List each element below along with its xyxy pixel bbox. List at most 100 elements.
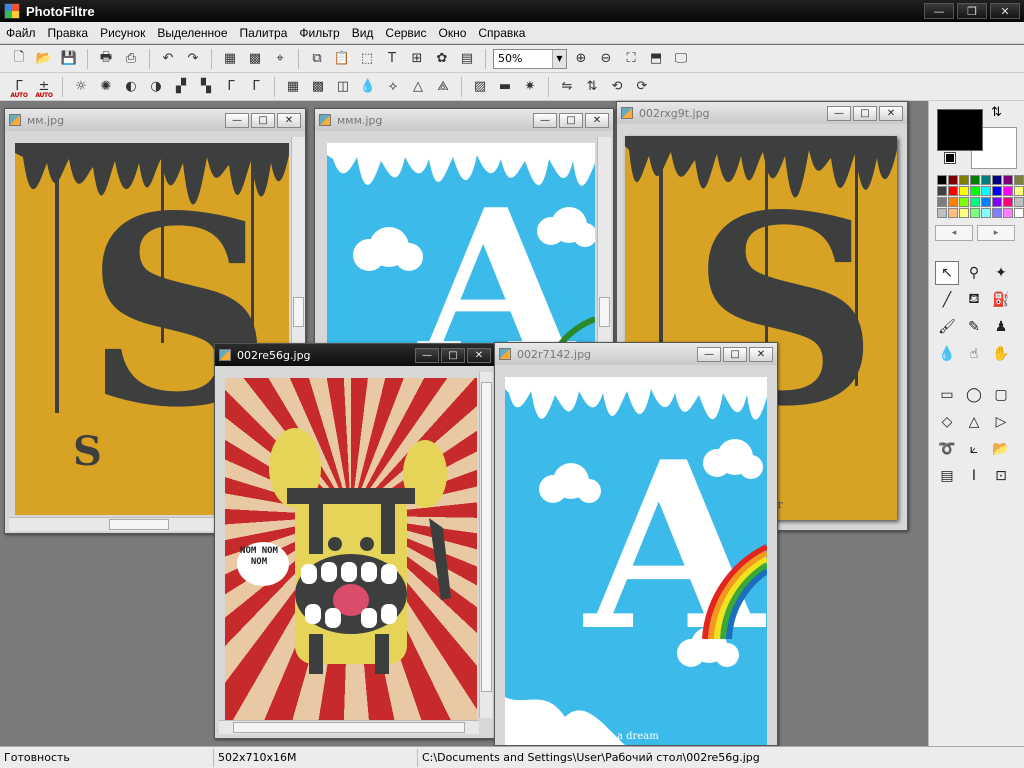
magic-icon[interactable]: ✷: [519, 76, 541, 98]
triangle-shape-icon[interactable]: △: [962, 410, 986, 434]
vertical-scrollbar[interactable]: [597, 137, 611, 347]
document-titlebar[interactable]: мм.jpg — □ ✕: [5, 109, 305, 131]
diamond-shape-icon[interactable]: ◇: [935, 410, 959, 434]
gamma-up-icon[interactable]: Γ: [245, 76, 267, 98]
auto-contrast-icon[interactable]: ± AUTO: [33, 76, 55, 99]
maximize-button[interactable]: □: [853, 105, 877, 121]
chevron-down-icon[interactable]: ▼: [552, 49, 566, 68]
saturation-down-icon[interactable]: ▞: [170, 76, 192, 98]
aspect-ratio-icon[interactable]: ⊡: [989, 464, 1013, 488]
palette-swatch[interactable]: [992, 208, 1002, 218]
palette-swatch[interactable]: [948, 208, 958, 218]
text-selection-icon[interactable]: Ⅰ: [962, 464, 986, 488]
gradient-icon[interactable]: ▨: [469, 76, 491, 98]
vertical-scrollbar[interactable]: [479, 372, 493, 718]
palette-swatch[interactable]: [970, 208, 980, 218]
palette-swatch[interactable]: [981, 197, 991, 207]
maximize-button[interactable]: □: [441, 347, 465, 363]
fullscreen-icon[interactable]: 🖵: [670, 48, 692, 70]
palette-next-button[interactable]: ▸: [977, 225, 1015, 241]
image-canvas[interactable]: A: [327, 143, 595, 349]
palette-swatch[interactable]: [970, 175, 980, 185]
zoom-out-icon[interactable]: ⊖: [595, 48, 617, 70]
palette-prev-button[interactable]: ◂: [935, 225, 973, 241]
brightness-down-icon[interactable]: ☼: [70, 76, 92, 98]
minimize-button[interactable]: —: [533, 112, 557, 128]
palette-swatch[interactable]: [937, 175, 947, 185]
ellipse-shape-icon[interactable]: ◯: [962, 383, 986, 407]
brush-tool-icon[interactable]: 🖌: [935, 315, 959, 339]
rounded-rect-shape-icon[interactable]: ▢: [989, 383, 1013, 407]
menu-tools[interactable]: Сервис: [379, 26, 432, 40]
contrast-up-icon[interactable]: ◑: [145, 76, 167, 98]
palette-swatch[interactable]: [937, 197, 947, 207]
save-icon[interactable]: 💾: [58, 48, 80, 70]
maximize-button[interactable]: □: [723, 346, 747, 362]
contrast-down-icon[interactable]: ◐: [120, 76, 142, 98]
palette-swatch[interactable]: [948, 197, 958, 207]
blur-icon[interactable]: ◫: [332, 76, 354, 98]
horizontal-scrollbar[interactable]: [219, 720, 479, 734]
document-titlebar[interactable]: ммм.jpg — □ ✕: [315, 109, 613, 131]
grid-filter-icon[interactable]: ▦: [282, 76, 304, 98]
palette-swatch[interactable]: [1014, 197, 1024, 207]
menu-view[interactable]: Вид: [346, 26, 380, 40]
minimize-button[interactable]: —: [827, 105, 851, 121]
transparency-icon[interactable]: ⌖: [269, 48, 291, 70]
selection-icon[interactable]: ⬚: [356, 48, 378, 70]
rectangle-shape-icon[interactable]: ▭: [935, 383, 959, 407]
palette-swatch[interactable]: [937, 186, 947, 196]
minimize-button[interactable]: —: [225, 112, 249, 128]
palette-swatch[interactable]: [970, 186, 980, 196]
palette-swatch[interactable]: [959, 186, 969, 196]
flip-horizontal-icon[interactable]: ⇋: [556, 76, 578, 98]
magic-wand-tool-icon[interactable]: ✦: [989, 261, 1013, 285]
menu-edit[interactable]: Правка: [42, 26, 95, 40]
layer-icon[interactable]: ▦: [219, 48, 241, 70]
palette-swatch[interactable]: [992, 186, 1002, 196]
window-icon[interactable]: ▤: [456, 48, 478, 70]
palette-swatch[interactable]: [959, 197, 969, 207]
advanced-brush-tool-icon[interactable]: ✎: [962, 315, 986, 339]
document-titlebar[interactable]: 002rxg9t.jpg — □ ✕: [617, 102, 907, 124]
undo-icon[interactable]: ↶: [157, 48, 179, 70]
scrollbar-thumb[interactable]: [109, 519, 169, 530]
palette-swatch[interactable]: [1003, 208, 1013, 218]
zoom-in-icon[interactable]: ⊕: [570, 48, 592, 70]
spray-tool-icon[interactable]: ⛽: [989, 288, 1013, 312]
menu-window[interactable]: Окно: [433, 26, 473, 40]
print-icon[interactable]: 🖶: [95, 48, 117, 70]
auto-levels-icon[interactable]: Γ AUTO: [8, 76, 30, 99]
new-file-icon[interactable]: 🗋: [8, 48, 30, 70]
close-button[interactable]: ✕: [585, 112, 609, 128]
menu-image[interactable]: Рисунок: [94, 26, 151, 40]
document-window-active[interactable]: 002re56g.jpg — □ ✕ NOM NOM NOM: [214, 343, 496, 739]
redo-icon[interactable]: ↷: [182, 48, 204, 70]
palette-swatch[interactable]: [1014, 208, 1024, 218]
fill-bucket-tool-icon[interactable]: ⛾: [962, 288, 986, 312]
palette-swatch[interactable]: [981, 208, 991, 218]
scrollbar-thumb[interactable]: [293, 297, 304, 327]
selection-mode-icon[interactable]: ▤: [935, 464, 959, 488]
close-button[interactable]: ✕: [467, 347, 491, 363]
text-icon[interactable]: T: [381, 48, 403, 70]
document-window[interactable]: 002r7142.jpg — □ ✕ A a dream: [494, 342, 778, 746]
minimize-button[interactable]: —: [697, 346, 721, 362]
close-button[interactable]: ✕: [990, 3, 1020, 19]
maximize-button[interactable]: □: [251, 112, 275, 128]
fit-window-icon[interactable]: ⛶: [620, 48, 642, 70]
menu-filter[interactable]: Фильтр: [293, 26, 345, 40]
minimize-button[interactable]: —: [415, 347, 439, 363]
palette-swatch[interactable]: [1014, 186, 1024, 196]
palette-swatch[interactable]: [992, 197, 1002, 207]
palette-swatch[interactable]: [1003, 175, 1013, 185]
actual-size-icon[interactable]: ⬒: [645, 48, 667, 70]
menu-file[interactable]: Файл: [0, 26, 42, 40]
color-palette[interactable]: [937, 175, 1024, 218]
right-triangle-shape-icon[interactable]: ▷: [989, 410, 1013, 434]
rotate-right-icon[interactable]: ⟳: [631, 76, 653, 98]
swap-colors-icon[interactable]: ⇅: [991, 105, 1002, 120]
minimize-button[interactable]: —: [924, 3, 954, 19]
brightness-up-icon[interactable]: ✺: [95, 76, 117, 98]
zoom-select[interactable]: 50% ▼: [493, 48, 567, 69]
